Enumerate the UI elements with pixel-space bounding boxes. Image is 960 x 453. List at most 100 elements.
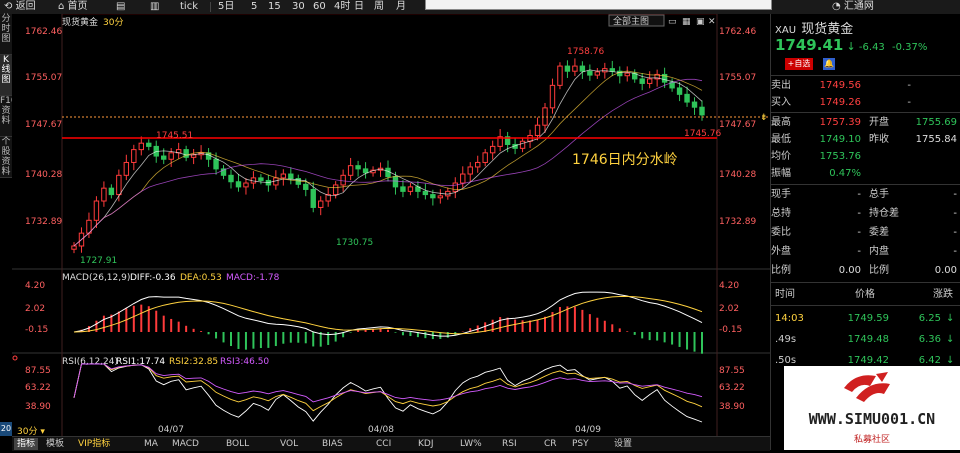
candle-body <box>572 65 578 72</box>
back-button[interactable]: ⟲ 返回 <box>4 0 36 14</box>
y-tick-label: 1740.28 <box>719 170 756 180</box>
date-label: 04/09 <box>575 425 601 435</box>
rsi3: RSI3:46.50 <box>220 357 269 367</box>
candle-body <box>437 195 444 199</box>
indicator-tab[interactable]: MACD <box>172 438 199 450</box>
macd-tick: 2.02 <box>719 304 739 314</box>
price-marker-icon: ⇟ <box>760 113 768 123</box>
indicator-tab[interactable]: 模板 <box>46 438 64 450</box>
period-5day[interactable]: 5日 <box>218 0 234 14</box>
tab-minute-chart[interactable]: 分时图 <box>0 14 12 55</box>
settings-icon[interactable]: ▣ <box>696 17 705 27</box>
tab-kline-chart[interactable]: K线图 <box>0 55 12 96</box>
indicator-tab[interactable]: KDJ <box>418 438 434 450</box>
indicator-tab[interactable]: VIP指标 <box>78 438 110 450</box>
indicator-tab[interactable]: BIAS <box>322 438 343 450</box>
tab-stock-info[interactable]: 个股资料 <box>0 137 12 178</box>
rsi-tick: 38.90 <box>719 402 745 412</box>
candle-body <box>228 174 234 183</box>
indicator-tab[interactable]: RSI <box>502 438 517 450</box>
candle-body <box>340 174 346 186</box>
candle-body <box>430 194 436 199</box>
rsi2: RSI2:32.85 <box>169 357 218 367</box>
candle-body <box>243 182 249 188</box>
tick-button[interactable]: tick <box>180 0 198 14</box>
candle-body <box>467 166 473 175</box>
indicator-tab[interactable]: CCI <box>376 438 391 450</box>
candle-body <box>557 65 563 86</box>
zoom-out-icon[interactable]: ▭ <box>668 17 677 27</box>
macd-tick: 2.02 <box>25 304 45 314</box>
period-week[interactable]: 周 <box>374 0 384 14</box>
candle-body <box>235 181 242 188</box>
home-button[interactable]: ⌂ 首页 <box>58 0 88 14</box>
tab-f10[interactable]: F10资料 <box>0 96 17 137</box>
period-30min[interactable]: 30 <box>292 0 305 14</box>
macd-title: MACD(26,12,9) <box>62 273 130 283</box>
candle-body <box>460 173 466 184</box>
tick-row: .49s 1749.48 6.36 ↓ <box>771 331 960 348</box>
candle-body <box>355 165 361 170</box>
candle-chart-button[interactable]: ▥ <box>150 0 159 14</box>
indicator-tab[interactable]: PSY <box>572 438 589 450</box>
y-tick-label: 1747.67 <box>25 120 62 130</box>
rsi-tick: 38.90 <box>25 402 51 412</box>
indicator-tab[interactable]: MA <box>144 438 158 450</box>
minute-chart-button[interactable]: ▤ <box>116 0 125 14</box>
watermark-site: WWW.SIMU001.CN <box>808 410 936 428</box>
candle-body <box>108 187 115 196</box>
zoom-in-icon[interactable]: ▦ <box>682 17 691 27</box>
add-watchlist-button[interactable]: +自选 <box>785 58 813 70</box>
macd-dea: DEA:0.53 <box>180 273 222 283</box>
quote-low-row: 最低 1749.10 昨收 1755.84 <box>771 134 957 145</box>
watermark-logo: WWW.SIMU001.CN 私募社区 <box>784 366 960 450</box>
quote-buy-row: 买入 1749.26 - <box>771 97 911 108</box>
home-icon: ⌂ <box>58 1 65 12</box>
period-15min[interactable]: 15 <box>268 0 281 14</box>
candle-body <box>318 200 324 208</box>
indicator-tab[interactable]: BOLL <box>226 438 249 450</box>
indicator-tabs: 指标 模板 VIP指标 MA MACD BOLL VOL BIAS CCI KDJ LW% RSI CR… <box>12 436 770 451</box>
rsi-tick: 63.22 <box>719 383 745 393</box>
indicator-tab[interactable]: 设置 <box>614 438 632 450</box>
candle-body <box>146 142 152 147</box>
y-tick-label: 1740.28 <box>25 170 62 180</box>
period-month[interactable]: 月 <box>396 0 406 14</box>
quote-amp-row: 振幅 0.47% <box>771 168 861 179</box>
close-icon[interactable]: ✕ <box>708 17 716 27</box>
chart-annotation: 1746日内分水岭 <box>572 152 678 168</box>
indicator-tab[interactable]: CR <box>544 438 557 450</box>
corner-number: 20 <box>0 422 12 436</box>
macd-tick: -0.15 <box>25 325 48 335</box>
macd-tick: -0.15 <box>719 325 742 335</box>
date-label: 04/08 <box>368 425 394 435</box>
rsi1: RSI1:17.74 <box>116 357 165 367</box>
indicator-tab[interactable]: 指标 <box>14 438 39 450</box>
candle-body <box>676 87 683 95</box>
separator <box>210 2 211 12</box>
candle-body <box>646 78 653 84</box>
bell-icon[interactable]: 🔔 <box>823 58 835 70</box>
candle-body <box>587 70 593 76</box>
macd-tick: 4.20 <box>719 281 739 291</box>
chart-area[interactable]: 现货黄金 30分 全部主图 ▭ ▦ ▣ ✕ 1762.46 1755.07 1747… <box>12 14 770 436</box>
indicator-tab[interactable]: VOL <box>280 438 298 450</box>
indicator-tab[interactable]: LW% <box>460 438 482 450</box>
period-4h[interactable]: 4时 <box>334 0 350 14</box>
period-60min[interactable]: 60 <box>313 0 326 14</box>
candle-body <box>93 200 100 221</box>
candle-body <box>624 72 630 77</box>
y-tick-label: 1732.89 <box>719 217 756 227</box>
candle-body <box>123 161 130 176</box>
down-arrow-icon: ↓ <box>946 313 955 324</box>
y-tick-label: 1755.07 <box>719 73 756 83</box>
candle-body <box>400 186 406 192</box>
tick-header: 时间 价格 涨跌 <box>775 289 953 300</box>
y-tick-label: 1762.46 <box>719 27 756 37</box>
candle-body <box>71 245 77 250</box>
candle-body <box>519 140 526 149</box>
peak1-label: 1745.51 <box>156 131 193 141</box>
period-day[interactable]: 日 <box>354 0 364 14</box>
period-5min[interactable]: 5 <box>251 0 257 14</box>
macd-tick: 4.20 <box>25 281 45 291</box>
